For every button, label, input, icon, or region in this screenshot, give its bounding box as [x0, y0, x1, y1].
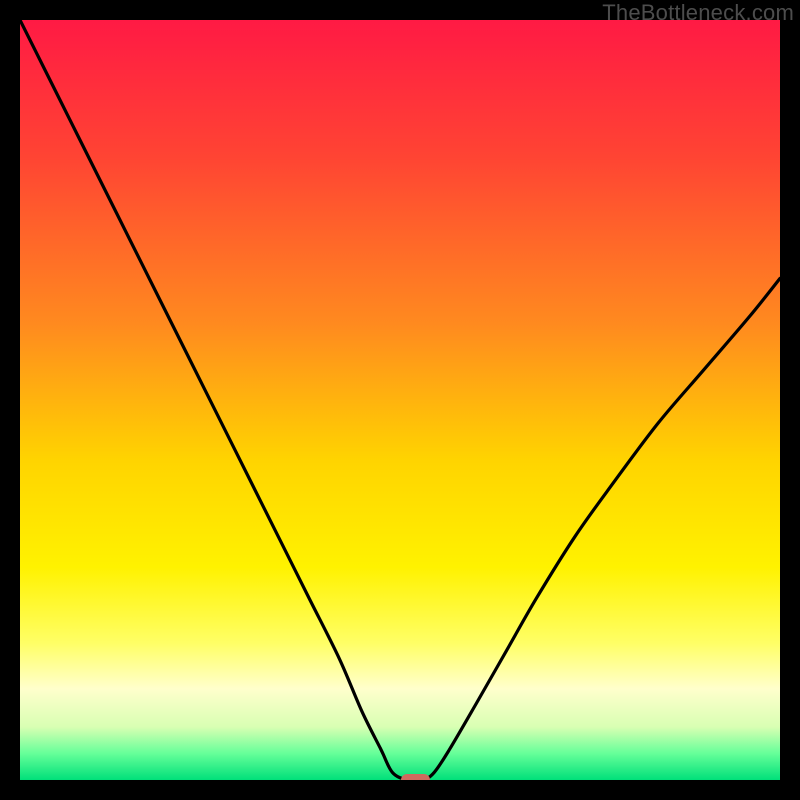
watermark-text: TheBottleneck.com — [602, 0, 794, 26]
bottleneck-curve — [20, 20, 780, 780]
chart-frame: TheBottleneck.com — [0, 0, 800, 800]
minimum-marker — [401, 774, 430, 780]
plot-area — [20, 20, 780, 780]
